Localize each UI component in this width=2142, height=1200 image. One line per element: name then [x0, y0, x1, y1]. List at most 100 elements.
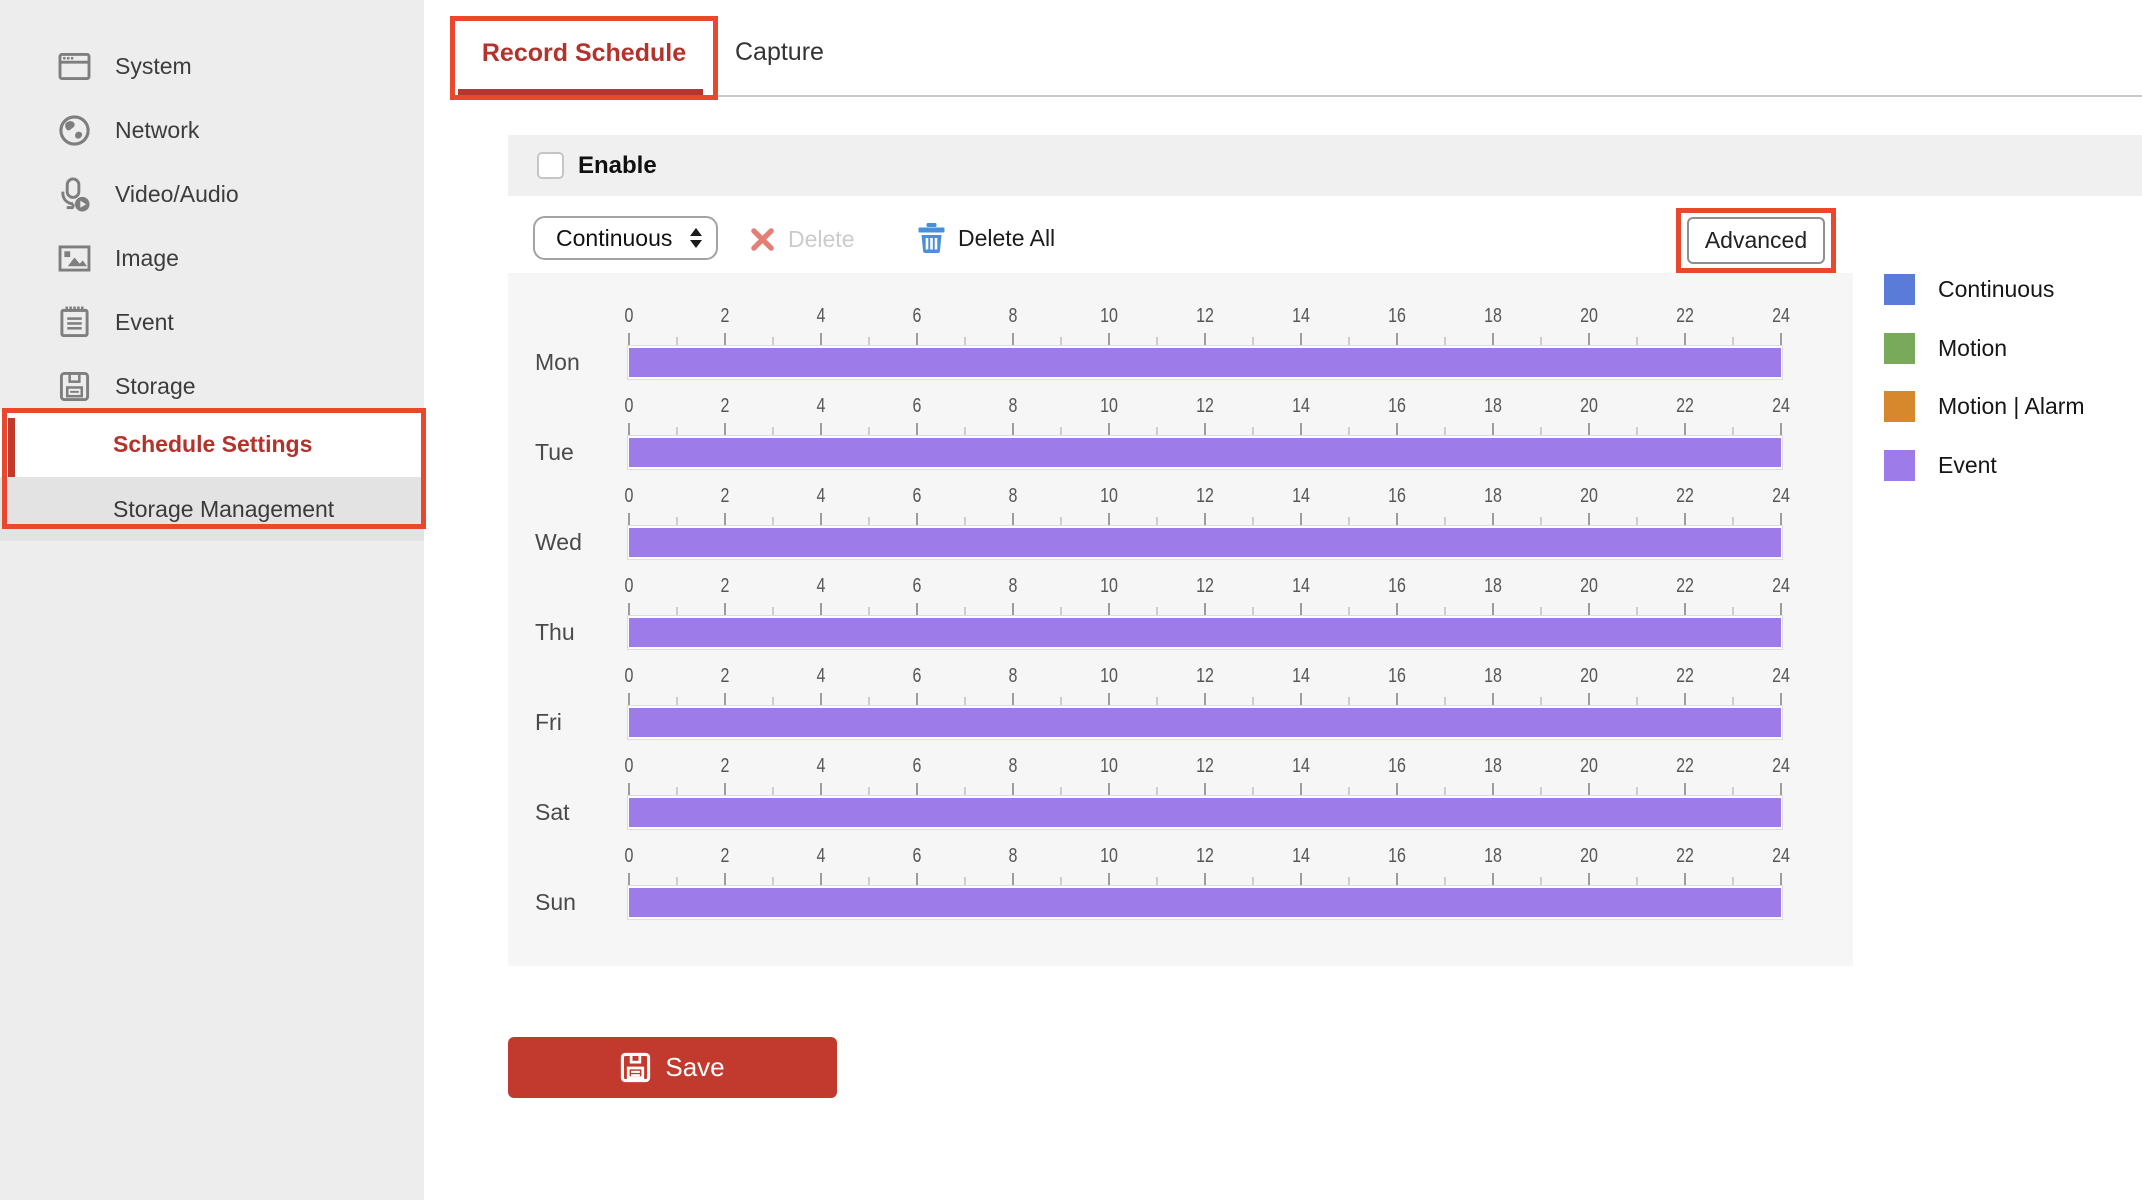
delete-button[interactable]: Delete	[750, 217, 854, 261]
schedule-bar-event[interactable]	[629, 618, 1781, 647]
sidebar-item-schedule-settings[interactable]: Schedule Settings	[0, 412, 424, 477]
advanced-button[interactable]: Advanced	[1687, 217, 1825, 264]
hour-tick	[1108, 423, 1110, 435]
hour-tick	[1204, 873, 1206, 885]
hour-tick	[1252, 607, 1254, 615]
schedule-bar-event[interactable]	[629, 528, 1781, 557]
hour-tick	[1252, 427, 1254, 435]
hour-tick	[868, 787, 870, 795]
hour-tick	[1732, 517, 1734, 525]
network-icon	[58, 114, 91, 147]
hour-tick	[1684, 873, 1686, 885]
hour-label: 24	[1763, 575, 1798, 598]
hour-tick	[1204, 513, 1206, 525]
sidebar-item-storage[interactable]: Storage	[0, 354, 424, 418]
legend-item-motion-alarm: Motion | Alarm	[1884, 391, 2142, 422]
hour-tick	[1396, 423, 1398, 435]
sidebar-item-network[interactable]: Network	[0, 98, 424, 162]
hour-tick	[628, 783, 630, 795]
schedule-bar-event[interactable]	[629, 348, 1781, 377]
hour-tick	[1012, 603, 1014, 615]
hour-tick	[1108, 693, 1110, 705]
schedule-bar-event[interactable]	[629, 798, 1781, 827]
record-type-select[interactable]: Continuous	[533, 216, 718, 260]
timeline-track[interactable]	[627, 525, 1783, 560]
hour-tick	[964, 787, 966, 795]
hour-tick	[772, 517, 774, 525]
delete-all-button[interactable]: Delete All	[918, 215, 1055, 261]
schedule-bar-event[interactable]	[629, 708, 1781, 737]
day-label: Sat	[535, 795, 570, 830]
hour-tick	[1732, 877, 1734, 885]
hour-tick	[916, 423, 918, 435]
hour-tick	[1252, 787, 1254, 795]
tab-record-schedule[interactable]: Record Schedule	[450, 16, 718, 100]
hour-label: 4	[803, 305, 838, 328]
hour-tick	[676, 697, 678, 705]
hour-label: 16	[1379, 665, 1414, 688]
hour-tick	[1588, 423, 1590, 435]
hour-tick	[1108, 873, 1110, 885]
hour-tick	[916, 783, 918, 795]
system-icon	[58, 52, 91, 81]
hour-tick	[1732, 607, 1734, 615]
hour-tick	[1684, 603, 1686, 615]
hour-tick	[916, 513, 918, 525]
hour-label: 12	[1187, 395, 1222, 418]
hour-tick	[868, 337, 870, 345]
hour-tick	[1252, 697, 1254, 705]
sidebar-item-event[interactable]: Event	[0, 290, 424, 354]
sidebar-item-image[interactable]: Image	[0, 226, 424, 290]
legend-item-motion: Motion	[1884, 333, 2142, 364]
timeline-track[interactable]	[627, 795, 1783, 830]
tab-capture[interactable]: Capture	[735, 38, 824, 67]
hour-label: 16	[1379, 575, 1414, 598]
hour-tick	[724, 423, 726, 435]
sidebar-item-video-audio[interactable]: Video/Audio	[0, 162, 424, 226]
hour-label: 22	[1667, 485, 1702, 508]
hour-tick	[1108, 603, 1110, 615]
hour-label: 12	[1187, 845, 1222, 868]
timeline-track[interactable]	[627, 345, 1783, 380]
hour-tick	[1204, 783, 1206, 795]
timeline-track[interactable]	[627, 435, 1783, 470]
timeline-track[interactable]	[627, 885, 1783, 920]
hour-tick	[1588, 783, 1590, 795]
enable-checkbox[interactable]	[537, 152, 564, 179]
hour-tick	[1540, 877, 1542, 885]
hour-tick	[1588, 603, 1590, 615]
sidebar-item-storage-management[interactable]: Storage Management	[0, 477, 424, 541]
hour-tick	[1108, 783, 1110, 795]
hour-tick	[1636, 607, 1638, 615]
hour-label: 4	[803, 845, 838, 868]
hour-label: 4	[803, 665, 838, 688]
hour-tick	[1156, 337, 1158, 345]
hour-tick	[1684, 513, 1686, 525]
hour-tick	[676, 427, 678, 435]
hour-tick	[964, 427, 966, 435]
hour-tick	[676, 517, 678, 525]
day-label: Thu	[535, 615, 575, 650]
hour-tick	[724, 783, 726, 795]
schedule-grid: Mon 024681012141618202224 Tue 0246810121…	[508, 273, 1853, 966]
schedule-bar-event[interactable]	[629, 888, 1781, 917]
hour-tick	[772, 337, 774, 345]
sidebar-item-system[interactable]: System	[0, 34, 424, 98]
hour-tick	[1540, 427, 1542, 435]
timeline-track[interactable]	[627, 705, 1783, 740]
hour-label: 20	[1571, 665, 1606, 688]
save-button[interactable]: Save	[508, 1037, 837, 1098]
event-icon	[59, 305, 90, 339]
hour-tick	[1588, 513, 1590, 525]
hour-label: 16	[1379, 845, 1414, 868]
hour-tick	[1684, 693, 1686, 705]
hour-tick	[1300, 333, 1302, 345]
hour-tick	[1492, 873, 1494, 885]
hour-label: 0	[611, 395, 646, 418]
schedule-day-row-fri: Fri 024681012141618202224	[508, 665, 1853, 741]
schedule-bar-event[interactable]	[629, 438, 1781, 467]
timeline-track[interactable]	[627, 615, 1783, 650]
record-schedule-page: System Network Video/Audio Image	[0, 0, 2142, 1200]
hour-tick	[1348, 697, 1350, 705]
hour-tick	[1780, 333, 1782, 345]
